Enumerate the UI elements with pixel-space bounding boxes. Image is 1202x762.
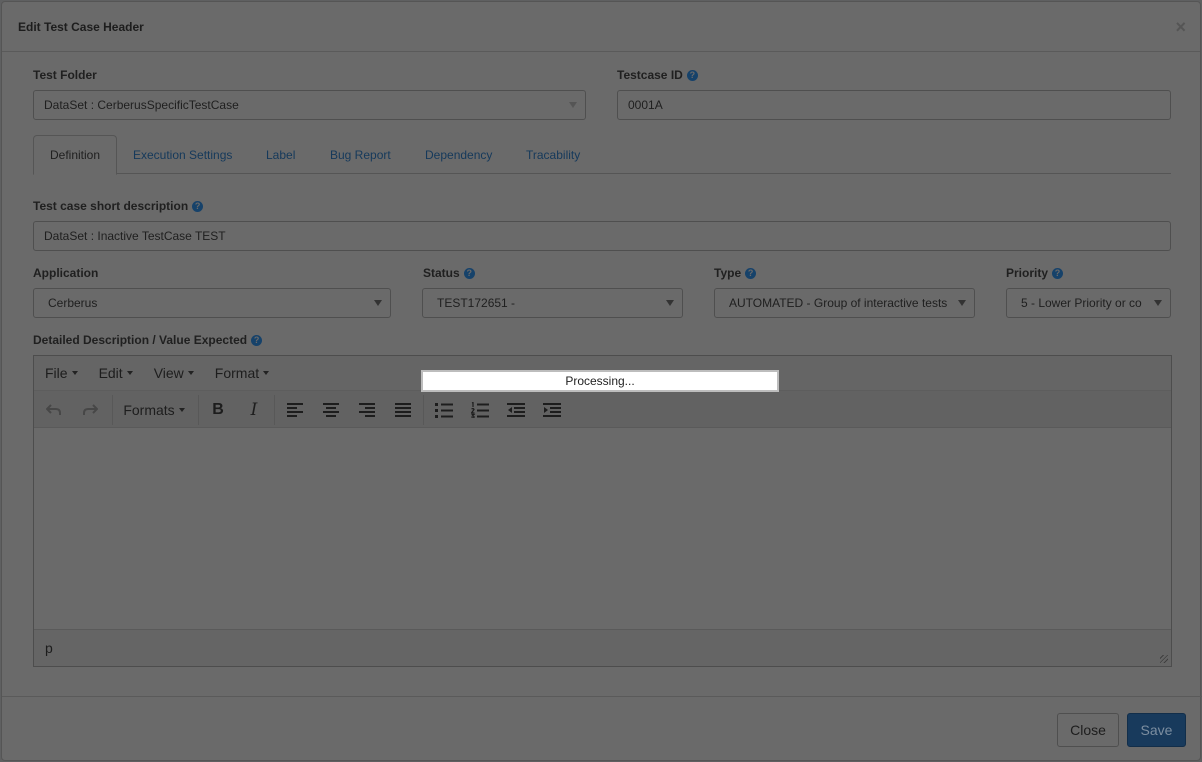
element-path[interactable]: p xyxy=(45,640,53,656)
toolbar-separator xyxy=(274,395,275,425)
short-description-value: DataSet : Inactive TestCase TEST xyxy=(44,229,226,243)
align-right-icon[interactable] xyxy=(355,398,379,422)
caret-down-icon xyxy=(178,408,185,412)
outdent-icon[interactable] xyxy=(504,398,528,422)
indent-icon[interactable] xyxy=(540,398,564,422)
application-select[interactable]: Cerberus xyxy=(33,288,391,318)
type-value: AUTOMATED - Group of interactive tests xyxy=(729,296,948,310)
test-folder-label: Test Folder xyxy=(33,68,97,82)
bold-icon[interactable]: B xyxy=(206,398,230,422)
chevron-down-icon xyxy=(666,300,674,306)
menu-format[interactable]: Format xyxy=(214,365,270,381)
caret-down-icon xyxy=(126,371,133,375)
status-label-text: Status xyxy=(423,266,460,280)
chevron-down-icon xyxy=(569,102,577,108)
tab-tracability[interactable]: Tracability xyxy=(510,135,596,174)
priority-label: Priority ? xyxy=(1006,266,1064,280)
close-button[interactable]: Close xyxy=(1057,713,1119,747)
priority-value: 5 - Lower Priority or co xyxy=(1021,296,1142,310)
menu-edit-label: Edit xyxy=(98,365,123,381)
status-value: TEST172651 - xyxy=(437,296,516,310)
status-select[interactable]: TEST172651 - xyxy=(422,288,683,318)
formats-label: Formats xyxy=(123,402,175,418)
caret-down-icon xyxy=(263,371,270,375)
tab-definition[interactable]: Definition xyxy=(33,135,118,175)
modal-title: Edit Test Case Header xyxy=(18,19,144,34)
menu-file[interactable]: File xyxy=(45,365,78,381)
bullet-list-icon[interactable] xyxy=(432,398,456,422)
toolbar-separator xyxy=(423,395,424,425)
testcase-id-value: 0001A xyxy=(628,98,663,112)
chevron-down-icon xyxy=(1154,300,1162,306)
help-icon[interactable]: ? xyxy=(251,334,263,346)
menu-edit[interactable]: Edit xyxy=(99,365,133,381)
editor-toolbar: Formats B I xyxy=(34,391,1171,428)
testcase-id-label: Testcase ID ? xyxy=(617,68,698,82)
tab-execution-settings[interactable]: Execution Settings xyxy=(117,135,248,174)
application-label-text: Application xyxy=(33,266,99,280)
modal-footer: Close Save xyxy=(2,696,1202,762)
menu-view-label: View xyxy=(153,365,184,381)
type-label: Type ? xyxy=(714,266,757,280)
detailed-description-label-text: Detailed Description / Value Expected xyxy=(33,333,248,347)
chevron-down-icon xyxy=(958,300,966,306)
caret-down-icon xyxy=(71,371,78,375)
application-label: Application xyxy=(33,266,98,280)
tab-dependency[interactable]: Dependency xyxy=(409,135,508,174)
short-description-input[interactable]: DataSet : Inactive TestCase TEST xyxy=(33,221,1171,251)
modal-header: Edit Test Case Header × xyxy=(2,2,1200,52)
short-description-label-text: Test case short description xyxy=(33,199,189,213)
formats-dropdown[interactable]: Formats xyxy=(120,398,188,422)
testcase-id-label-text: Testcase ID xyxy=(617,68,683,82)
type-label-text: Type xyxy=(714,266,742,280)
redo-icon[interactable] xyxy=(78,398,102,422)
processing-indicator: Processing... xyxy=(421,370,779,392)
test-folder-label-text: Test Folder xyxy=(33,68,97,82)
detailed-description-label: Detailed Description / Value Expected ? xyxy=(33,333,263,347)
priority-select[interactable]: 5 - Lower Priority or co xyxy=(1006,288,1171,318)
align-justify-icon[interactable] xyxy=(391,398,415,422)
resize-handle-icon[interactable] xyxy=(1160,655,1168,663)
processing-text: Processing... xyxy=(565,374,635,388)
menu-file-label: File xyxy=(45,365,68,381)
save-button[interactable]: Save xyxy=(1127,713,1186,747)
toolbar-separator xyxy=(198,395,199,425)
toolbar-separator xyxy=(112,395,113,425)
help-icon[interactable]: ? xyxy=(1052,267,1064,279)
close-icon[interactable]: × xyxy=(1175,18,1186,36)
short-description-label: Test case short description ? xyxy=(33,199,204,213)
undo-icon[interactable] xyxy=(42,398,66,422)
tab-label[interactable]: Label xyxy=(250,135,311,174)
numbered-list-icon[interactable] xyxy=(468,398,492,422)
menu-format-label: Format xyxy=(214,365,260,381)
align-left-icon[interactable] xyxy=(283,398,307,422)
application-value: Cerberus xyxy=(48,296,98,310)
type-select[interactable]: AUTOMATED - Group of interactive tests xyxy=(714,288,975,318)
caret-down-icon xyxy=(187,371,194,375)
priority-label-text: Priority xyxy=(1006,266,1049,280)
help-icon[interactable]: ? xyxy=(686,69,698,81)
chevron-down-icon xyxy=(374,300,382,306)
test-folder-value: DataSet : CerberusSpecificTestCase xyxy=(44,98,239,112)
help-icon[interactable]: ? xyxy=(192,200,204,212)
editor-statusbar: p xyxy=(34,629,1171,666)
help-icon[interactable]: ? xyxy=(463,267,475,279)
align-center-icon[interactable] xyxy=(319,398,343,422)
rich-text-editor: File Edit View Format Formats B I p xyxy=(33,355,1172,667)
test-folder-select[interactable]: DataSet : CerberusSpecificTestCase xyxy=(33,90,586,120)
tab-bug-report[interactable]: Bug Report xyxy=(314,135,407,174)
menu-view[interactable]: View xyxy=(154,365,194,381)
help-icon[interactable]: ? xyxy=(745,267,757,279)
editor-content-area[interactable] xyxy=(34,428,1171,629)
status-label: Status ? xyxy=(423,266,475,280)
tab-bar: Definition Execution Settings Label Bug … xyxy=(33,135,1171,175)
testcase-id-input[interactable]: 0001A xyxy=(617,90,1171,120)
italic-icon[interactable]: I xyxy=(242,398,266,422)
